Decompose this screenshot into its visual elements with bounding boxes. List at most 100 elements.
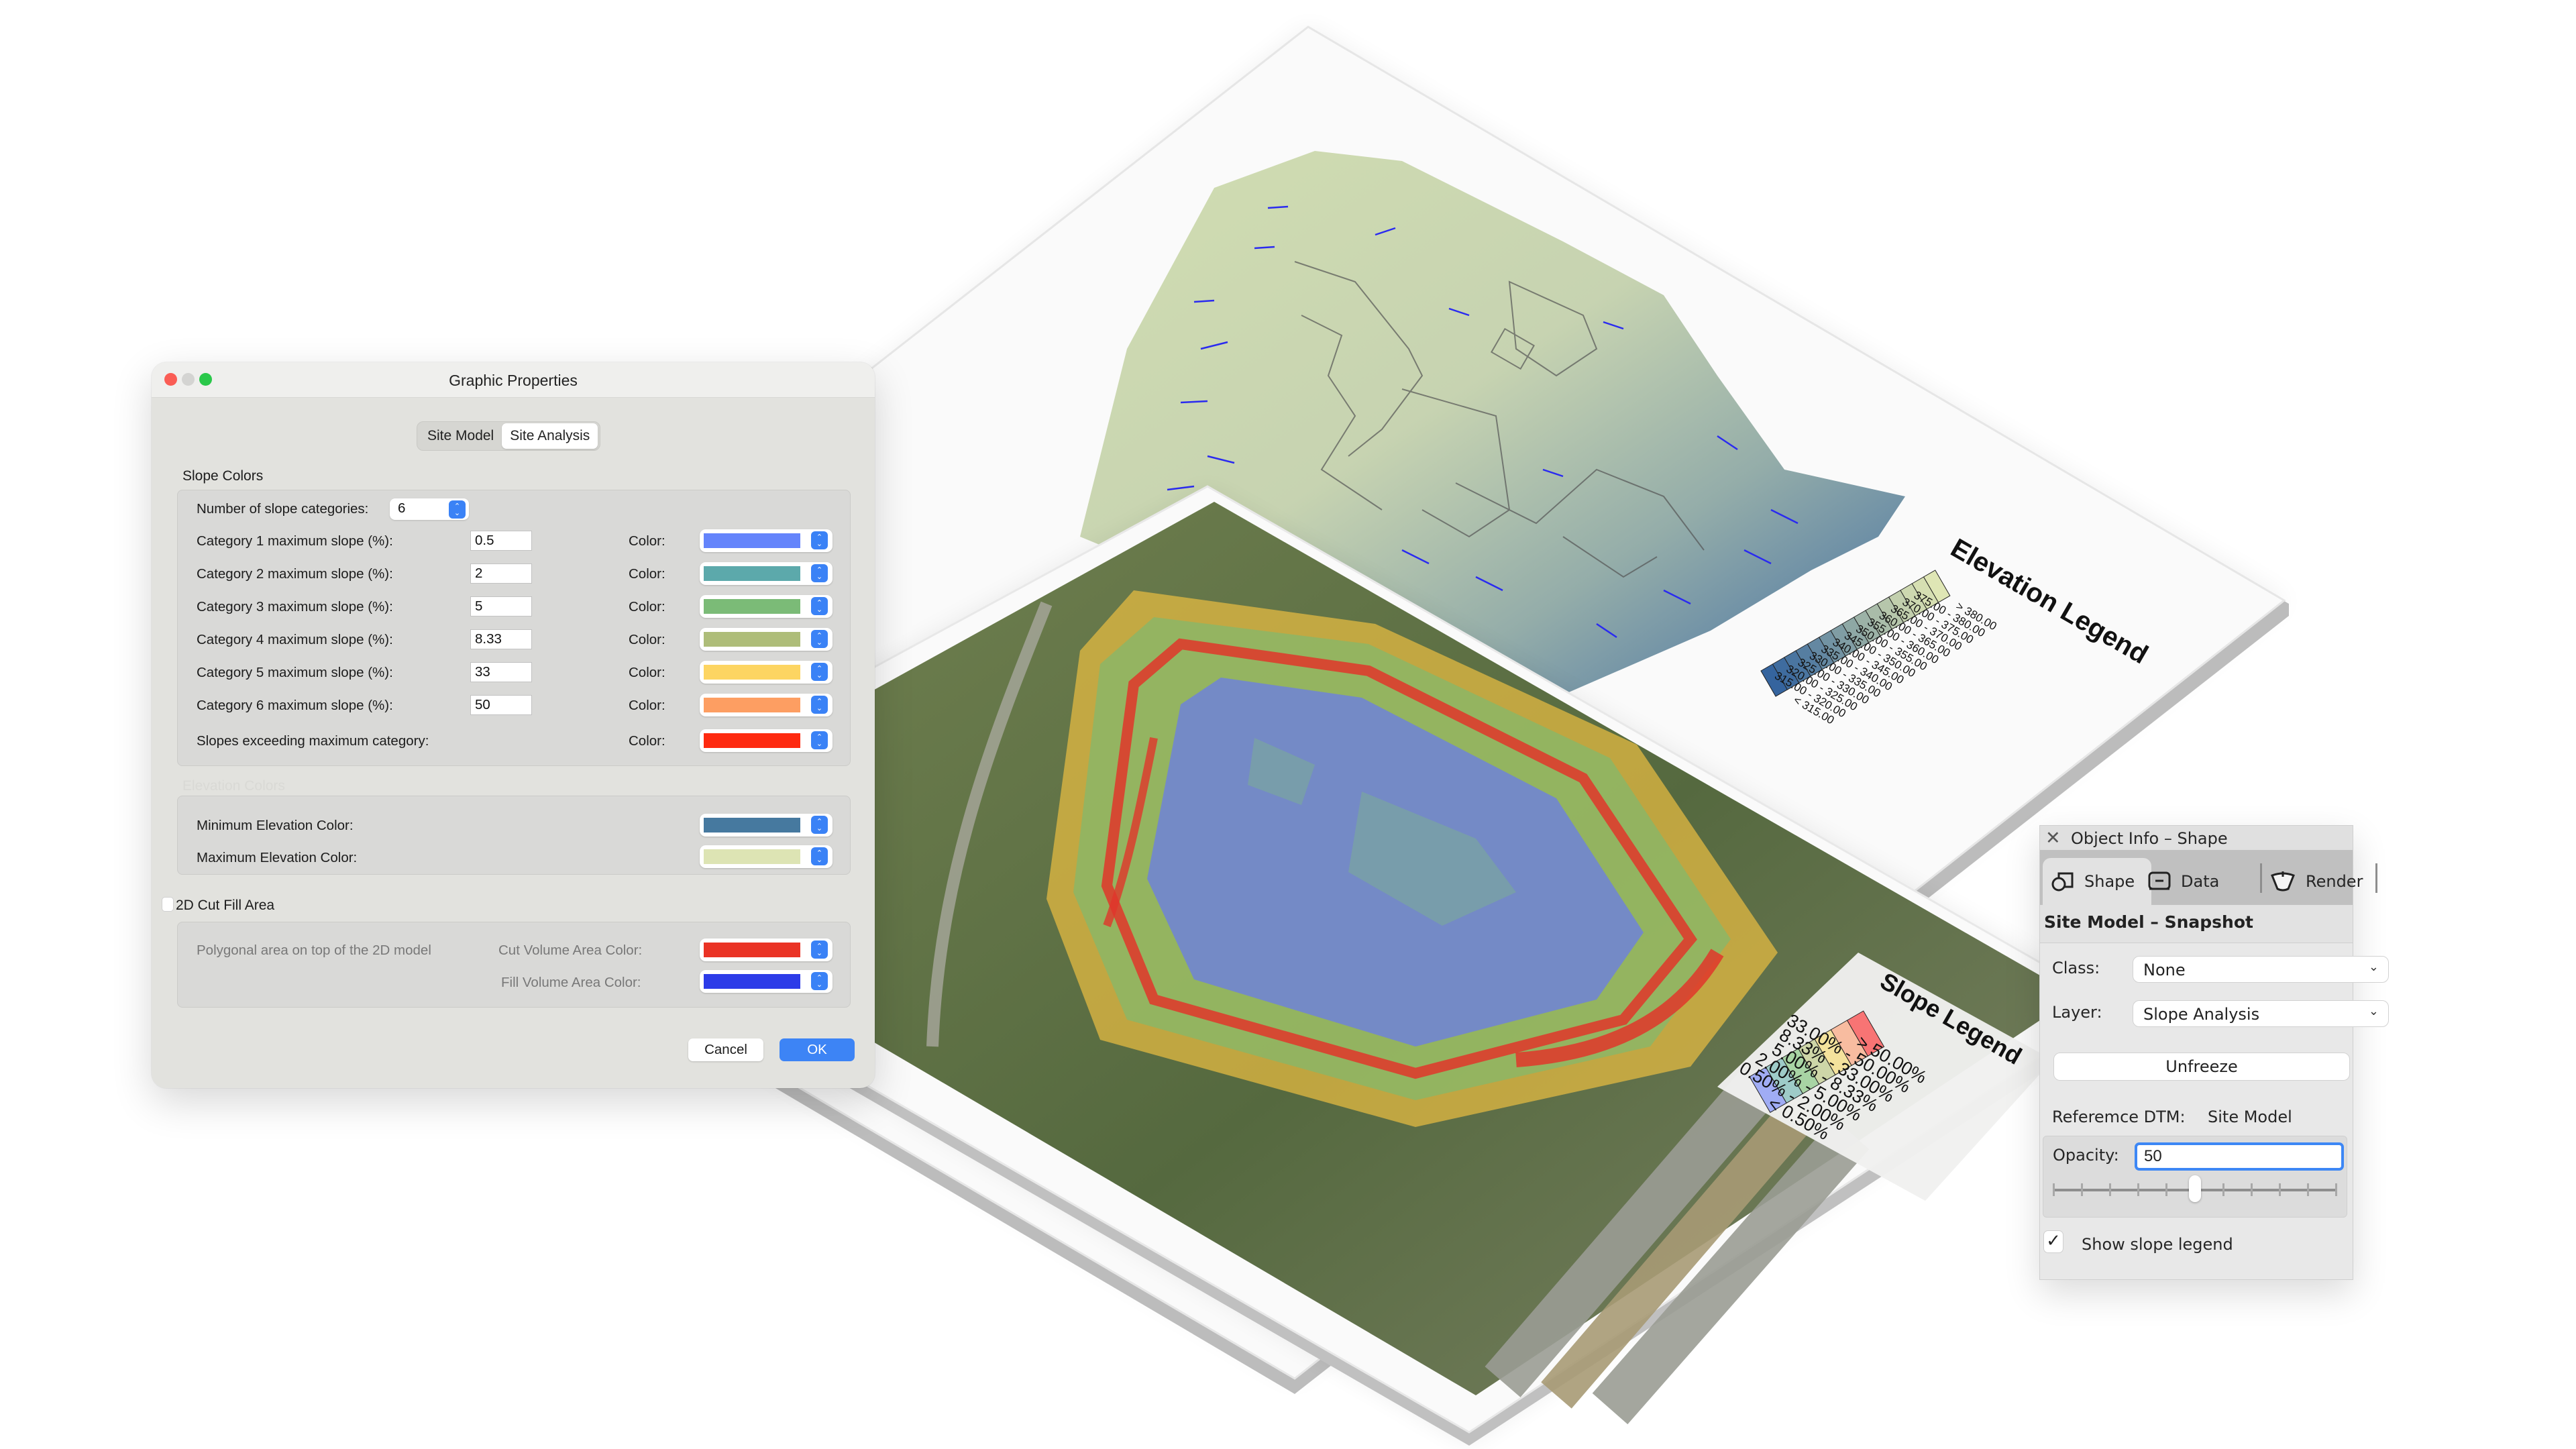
graphic-properties-dialog: Graphic Properties Site Model Site Analy… — [152, 362, 875, 1088]
close-icon[interactable]: ✕ — [2045, 828, 2061, 849]
stepper-icon[interactable]: ⌃ ⌄ — [449, 500, 466, 519]
show-slope-legend-label: Show slope legend — [2082, 1235, 2233, 1254]
slope-colors-heading: Slope Colors — [182, 468, 264, 484]
slope-category-max-input[interactable] — [470, 596, 532, 616]
palette-header: ✕ Object Info – Shape — [2040, 826, 2353, 850]
slope-category-color-well[interactable]: ⌃ ⌄ — [700, 595, 833, 618]
slope-category-label: Category 6 maximum slope (%): — [197, 698, 393, 713]
tab-site-model[interactable]: Site Model — [419, 423, 502, 449]
show-slope-legend-checkbox[interactable]: ✓ — [2044, 1231, 2063, 1252]
tab-render-label: Render — [2306, 872, 2363, 891]
stepper-icon[interactable]: ⌃ ⌄ — [811, 847, 828, 865]
class-label: Class: — [2052, 959, 2100, 977]
opacity-slider[interactable] — [2053, 1136, 2337, 1210]
cut-fill-group: Polygonal area on top of the 2D model Cu… — [177, 922, 851, 1008]
tab-render[interactable]: Render — [2269, 858, 2363, 905]
cut-volume-label: Cut Volume Area Color: — [498, 943, 643, 958]
max-elevation-color-well[interactable]: ⌃ ⌄ — [700, 845, 833, 868]
class-select[interactable]: None ⌄ — [2133, 956, 2389, 983]
min-elevation-label: Minimum Elevation Color: — [197, 818, 354, 833]
stepper-icon[interactable]: ⌃ ⌄ — [811, 941, 828, 959]
stepper-icon[interactable]: ⌃ ⌄ — [811, 663, 828, 681]
object-info-palette: ✕ Object Info – Shape Shape Data Render … — [2039, 825, 2389, 1280]
slider-tick — [2250, 1183, 2253, 1196]
elevation-colors-group: Minimum Elevation Color: ⌃ ⌄ Maximum Elev… — [177, 796, 851, 875]
dialog-title: Graphic Properties — [449, 372, 578, 389]
slider-tick — [2165, 1183, 2168, 1196]
palette-tabs: Shape Data Render — [2040, 850, 2377, 905]
slope-category-max-input[interactable] — [470, 629, 532, 649]
slope-category-label: Category 3 maximum slope (%): — [197, 599, 393, 614]
data-icon — [2148, 871, 2171, 890]
color-swatch — [704, 566, 800, 581]
slope-exceeding-color-well[interactable]: ⌃ ⌄ — [700, 729, 833, 752]
color-label: Color: — [629, 632, 665, 647]
reference-dtm-value: Site Model — [2208, 1108, 2292, 1126]
color-label: Color: — [629, 566, 665, 582]
slope-category-color-well[interactable]: ⌃ ⌄ — [700, 628, 833, 651]
stepper-icon[interactable]: ⌃ ⌄ — [811, 972, 828, 990]
slope-category-color-well[interactable]: ⌃ ⌄ — [700, 529, 833, 552]
stepper-icon[interactable]: ⌃ ⌄ — [811, 597, 828, 615]
ok-button[interactable]: OK — [780, 1038, 855, 1061]
slider-tick — [2053, 1183, 2055, 1196]
class-value: None — [2143, 961, 2186, 979]
tab-shape[interactable]: Shape — [2043, 858, 2151, 905]
color-swatch — [704, 533, 800, 548]
slope-category-max-input[interactable] — [470, 564, 532, 584]
layer-value: Slope Analysis — [2143, 1005, 2260, 1024]
slope-count-value: 6 — [398, 500, 406, 516]
cut-fill-checkbox[interactable] — [162, 898, 173, 911]
slider-tick — [2109, 1183, 2112, 1196]
unfreeze-button[interactable]: Unfreeze — [2053, 1053, 2350, 1081]
slider-thumb[interactable] — [2189, 1175, 2201, 1202]
slope-exceeding-label: Slopes exceeding maximum category: — [197, 733, 429, 749]
layer-select[interactable]: Slope Analysis ⌄ — [2133, 1000, 2389, 1027]
color-label: Color: — [629, 599, 665, 614]
slope-category-max-input[interactable] — [470, 695, 532, 715]
chevron-down-icon: ⌄ — [2368, 960, 2379, 974]
stepper-icon[interactable]: ⌃ ⌄ — [811, 531, 828, 549]
color-swatch — [704, 943, 800, 957]
color-label: Color: — [629, 665, 665, 680]
stepper-icon[interactable]: ⌃ ⌄ — [811, 816, 828, 834]
slope-category-max-input[interactable] — [470, 531, 532, 551]
slider-tick — [2222, 1183, 2224, 1196]
tab-data[interactable]: Data — [2147, 858, 2219, 905]
slope-category-color-well[interactable]: ⌃ ⌄ — [700, 562, 833, 585]
max-elevation-label: Maximum Elevation Color: — [197, 850, 358, 865]
cut-volume-color-well[interactable]: ⌃ ⌄ — [700, 938, 833, 961]
stepper-icon[interactable]: ⌃ ⌄ — [811, 696, 828, 714]
slope-category-max-input[interactable] — [470, 662, 532, 682]
tab-shape-label: Shape — [2084, 872, 2135, 891]
fill-volume-color-well[interactable]: ⌃ ⌄ — [700, 970, 833, 993]
slider-tick — [2278, 1183, 2281, 1196]
cut-fill-label: 2D Cut Fill Area — [176, 898, 275, 913]
palette-title: Object Info – Shape — [2071, 829, 2228, 848]
tab-site-analysis[interactable]: Site Analysis — [502, 423, 598, 449]
slope-count-label: Number of slope categories: — [197, 501, 369, 517]
stepper-icon[interactable]: ⌃ ⌄ — [811, 564, 828, 582]
slope-category-label: Category 5 maximum slope (%): — [197, 665, 393, 680]
opacity-group: Opacity: — [2043, 1136, 2347, 1218]
color-label: Color: — [629, 698, 665, 713]
slider-tick — [2137, 1183, 2140, 1196]
slope-category-color-well[interactable]: ⌃ ⌄ — [700, 694, 833, 716]
tab-divider — [2260, 863, 2262, 893]
min-elevation-color-well[interactable]: ⌃ ⌄ — [700, 814, 833, 837]
stepper-icon[interactable]: ⌃ ⌄ — [811, 630, 828, 648]
slope-count-select[interactable]: 6 ⌃ ⌄ — [390, 498, 469, 520]
object-type-header: Site Model – Snapshot — [2040, 905, 2353, 943]
cut-fill-description: Polygonal area on top of the 2D model — [197, 943, 431, 958]
mode-segmented-control: Site Model Site Analysis — [417, 421, 601, 451]
slope-category-label: Category 4 maximum slope (%): — [197, 632, 393, 647]
fill-volume-label: Fill Volume Area Color: — [501, 975, 641, 990]
slope-category-color-well[interactable]: ⌃ ⌄ — [700, 661, 833, 684]
chevron-down-icon: ⌄ — [2368, 1004, 2379, 1018]
color-swatch — [704, 818, 800, 833]
stepper-icon[interactable]: ⌃ ⌄ — [811, 731, 828, 749]
color-swatch — [704, 974, 800, 989]
tab-data-label: Data — [2181, 872, 2220, 891]
color-swatch — [704, 698, 800, 712]
cancel-button[interactable]: Cancel — [688, 1038, 763, 1061]
